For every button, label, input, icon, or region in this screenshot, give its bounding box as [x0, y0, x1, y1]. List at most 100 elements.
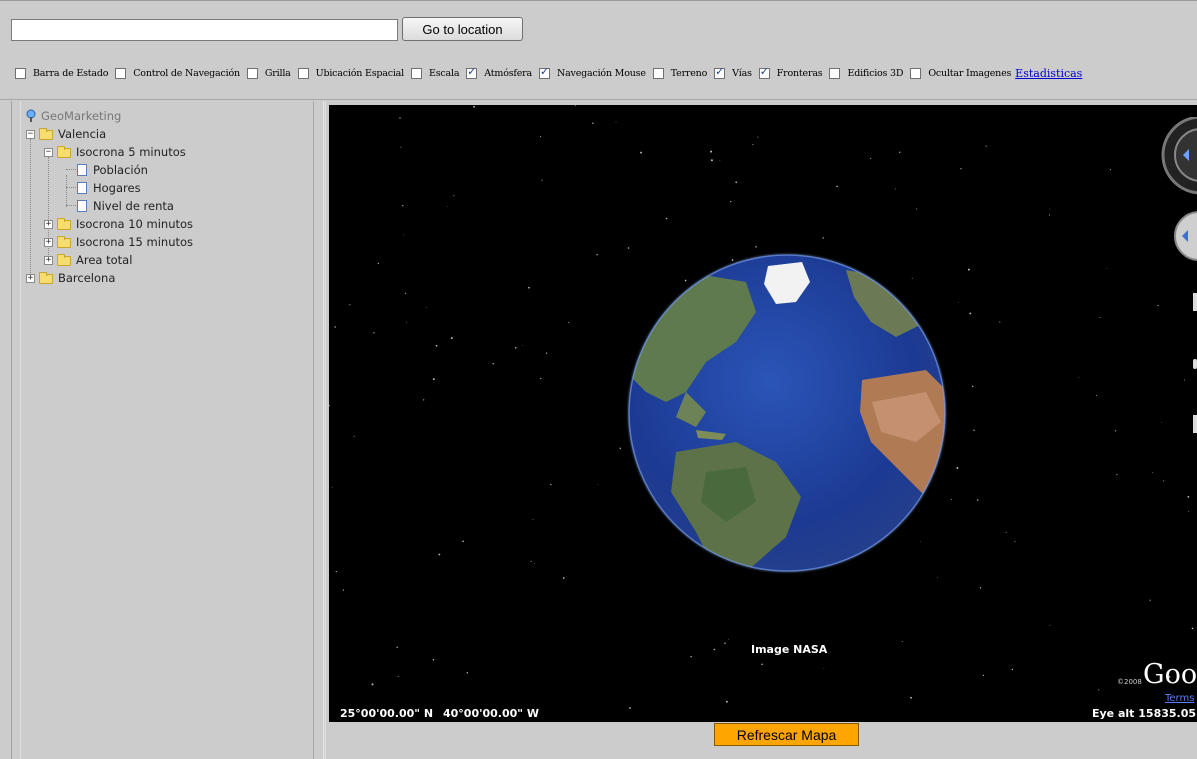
star	[402, 205, 404, 207]
star	[936, 577, 938, 578]
checkbox[interactable]	[538, 65, 550, 79]
move-control-icon[interactable]	[1174, 211, 1197, 263]
collapse-icon[interactable]: −	[44, 147, 53, 157]
expand-icon[interactable]: +	[44, 219, 53, 229]
folder-icon	[57, 254, 71, 266]
star	[400, 146, 402, 148]
star	[335, 570, 337, 573]
collapse-icon[interactable]: −	[26, 129, 35, 139]
option-label: Barra de Estado	[33, 67, 109, 79]
star	[895, 188, 897, 190]
star	[979, 587, 982, 589]
option-8[interactable]: Vías	[714, 65, 752, 79]
option-2[interactable]: Grilla	[246, 67, 291, 79]
statistics-link[interactable]: Estadisticas	[1015, 67, 1082, 80]
expand-icon[interactable]: +	[44, 237, 53, 247]
tree-node-label: Area total	[76, 253, 133, 267]
checkbox[interactable]	[246, 67, 258, 79]
star	[574, 105, 577, 106]
star	[528, 286, 530, 289]
star	[562, 577, 565, 579]
checkbox[interactable]	[714, 65, 726, 79]
checkbox[interactable]	[410, 67, 422, 79]
tree-leaf-hogares[interactable]: Hogares	[77, 179, 141, 197]
star	[982, 674, 985, 677]
star	[397, 676, 399, 677]
eye-altitude-readout: Eye alt 15835.05 m	[1092, 707, 1197, 720]
tree-node-area-total[interactable]: + Area total	[44, 251, 132, 269]
star	[432, 658, 435, 661]
folder-icon	[57, 236, 71, 248]
star	[331, 486, 333, 488]
option-5[interactable]: Atmósfera	[466, 65, 532, 79]
tree-node-valencia[interactable]: − Valencia	[26, 125, 106, 143]
look-control-icon[interactable]	[1161, 117, 1197, 197]
star	[541, 179, 543, 181]
folder-icon	[39, 272, 53, 284]
tree-node-isocrona-15[interactable]: + Isocrona 15 minutos	[44, 233, 193, 251]
star	[530, 560, 532, 563]
star	[730, 200, 732, 203]
option-7[interactable]: Terreno	[652, 67, 707, 79]
star	[399, 117, 401, 119]
star	[899, 151, 901, 153]
tree-node-label: Isocrona 10 minutos	[76, 217, 194, 231]
star	[757, 136, 759, 138]
star	[690, 656, 692, 658]
checkbox[interactable]	[297, 67, 309, 79]
option-0[interactable]: Barra de Estado	[15, 67, 109, 79]
checkbox[interactable]	[758, 65, 770, 79]
checkbox[interactable]	[15, 67, 26, 79]
star	[1014, 541, 1016, 543]
star	[534, 563, 535, 564]
expand-icon[interactable]: +	[44, 255, 53, 265]
checkbox[interactable]	[910, 67, 922, 79]
go-to-location-button[interactable]: Go to location	[402, 17, 523, 41]
option-6[interactable]: Navegación Mouse	[538, 65, 646, 79]
tree-node-label: Hogares	[93, 181, 141, 195]
checkbox[interactable]	[466, 65, 478, 79]
document-icon	[77, 164, 87, 176]
option-10[interactable]: Edificios 3D	[829, 67, 904, 79]
checkbox[interactable]	[829, 67, 841, 79]
star	[550, 484, 552, 486]
checkbox[interactable]	[115, 67, 127, 79]
star	[539, 135, 542, 138]
tree-leaf-nivel-renta[interactable]: Nivel de renta	[77, 197, 174, 215]
tree-node-isocrona-10[interactable]: + Isocrona 10 minutos	[44, 215, 193, 233]
option-11[interactable]: Ocultar Imagenes	[910, 67, 1011, 79]
google-logo: Goog	[1143, 659, 1197, 690]
tree-node-isocrona-5[interactable]: − Isocrona 5 minutos	[44, 143, 186, 161]
star	[1011, 668, 1014, 671]
option-4[interactable]: Escala	[410, 67, 459, 79]
option-label: Edificios 3D	[847, 67, 904, 79]
expand-icon[interactable]: +	[26, 273, 35, 283]
star	[568, 322, 570, 324]
zoom-slider-icon[interactable]	[1193, 359, 1197, 369]
star	[426, 307, 428, 308]
tree-root[interactable]: GeoMarketing	[25, 107, 121, 125]
option-label: Grilla	[264, 67, 291, 79]
latitude-readout: 25°00'00.00" N	[340, 707, 434, 720]
star	[1005, 532, 1007, 534]
zoom-in-icon[interactable]	[1193, 293, 1197, 311]
star	[334, 326, 336, 328]
checkbox[interactable]	[652, 67, 664, 79]
tree-leaf-poblacion[interactable]: Población	[77, 161, 148, 179]
refresh-map-button[interactable]: Refrescar Mapa	[714, 723, 859, 746]
star	[462, 540, 464, 543]
option-1[interactable]: Control de Navegación	[115, 67, 240, 79]
option-label: Navegación Mouse	[556, 67, 646, 79]
star	[532, 519, 534, 521]
star	[438, 553, 441, 556]
earth-map-view[interactable]: Image NASA 25°00'00.00" N 40°00'00.00" W…	[329, 105, 1197, 722]
zoom-out-icon[interactable]	[1193, 415, 1197, 433]
location-input[interactable]	[11, 19, 398, 41]
option-9[interactable]: Fronteras	[758, 65, 823, 79]
image-credit: Image NASA	[751, 643, 828, 656]
terms-link[interactable]: Terms	[1165, 693, 1194, 704]
header-separator	[0, 99, 1197, 100]
star	[371, 683, 374, 686]
option-3[interactable]: Ubicación Espacial	[297, 67, 404, 79]
tree-node-barcelona[interactable]: + Barcelona	[26, 269, 115, 287]
